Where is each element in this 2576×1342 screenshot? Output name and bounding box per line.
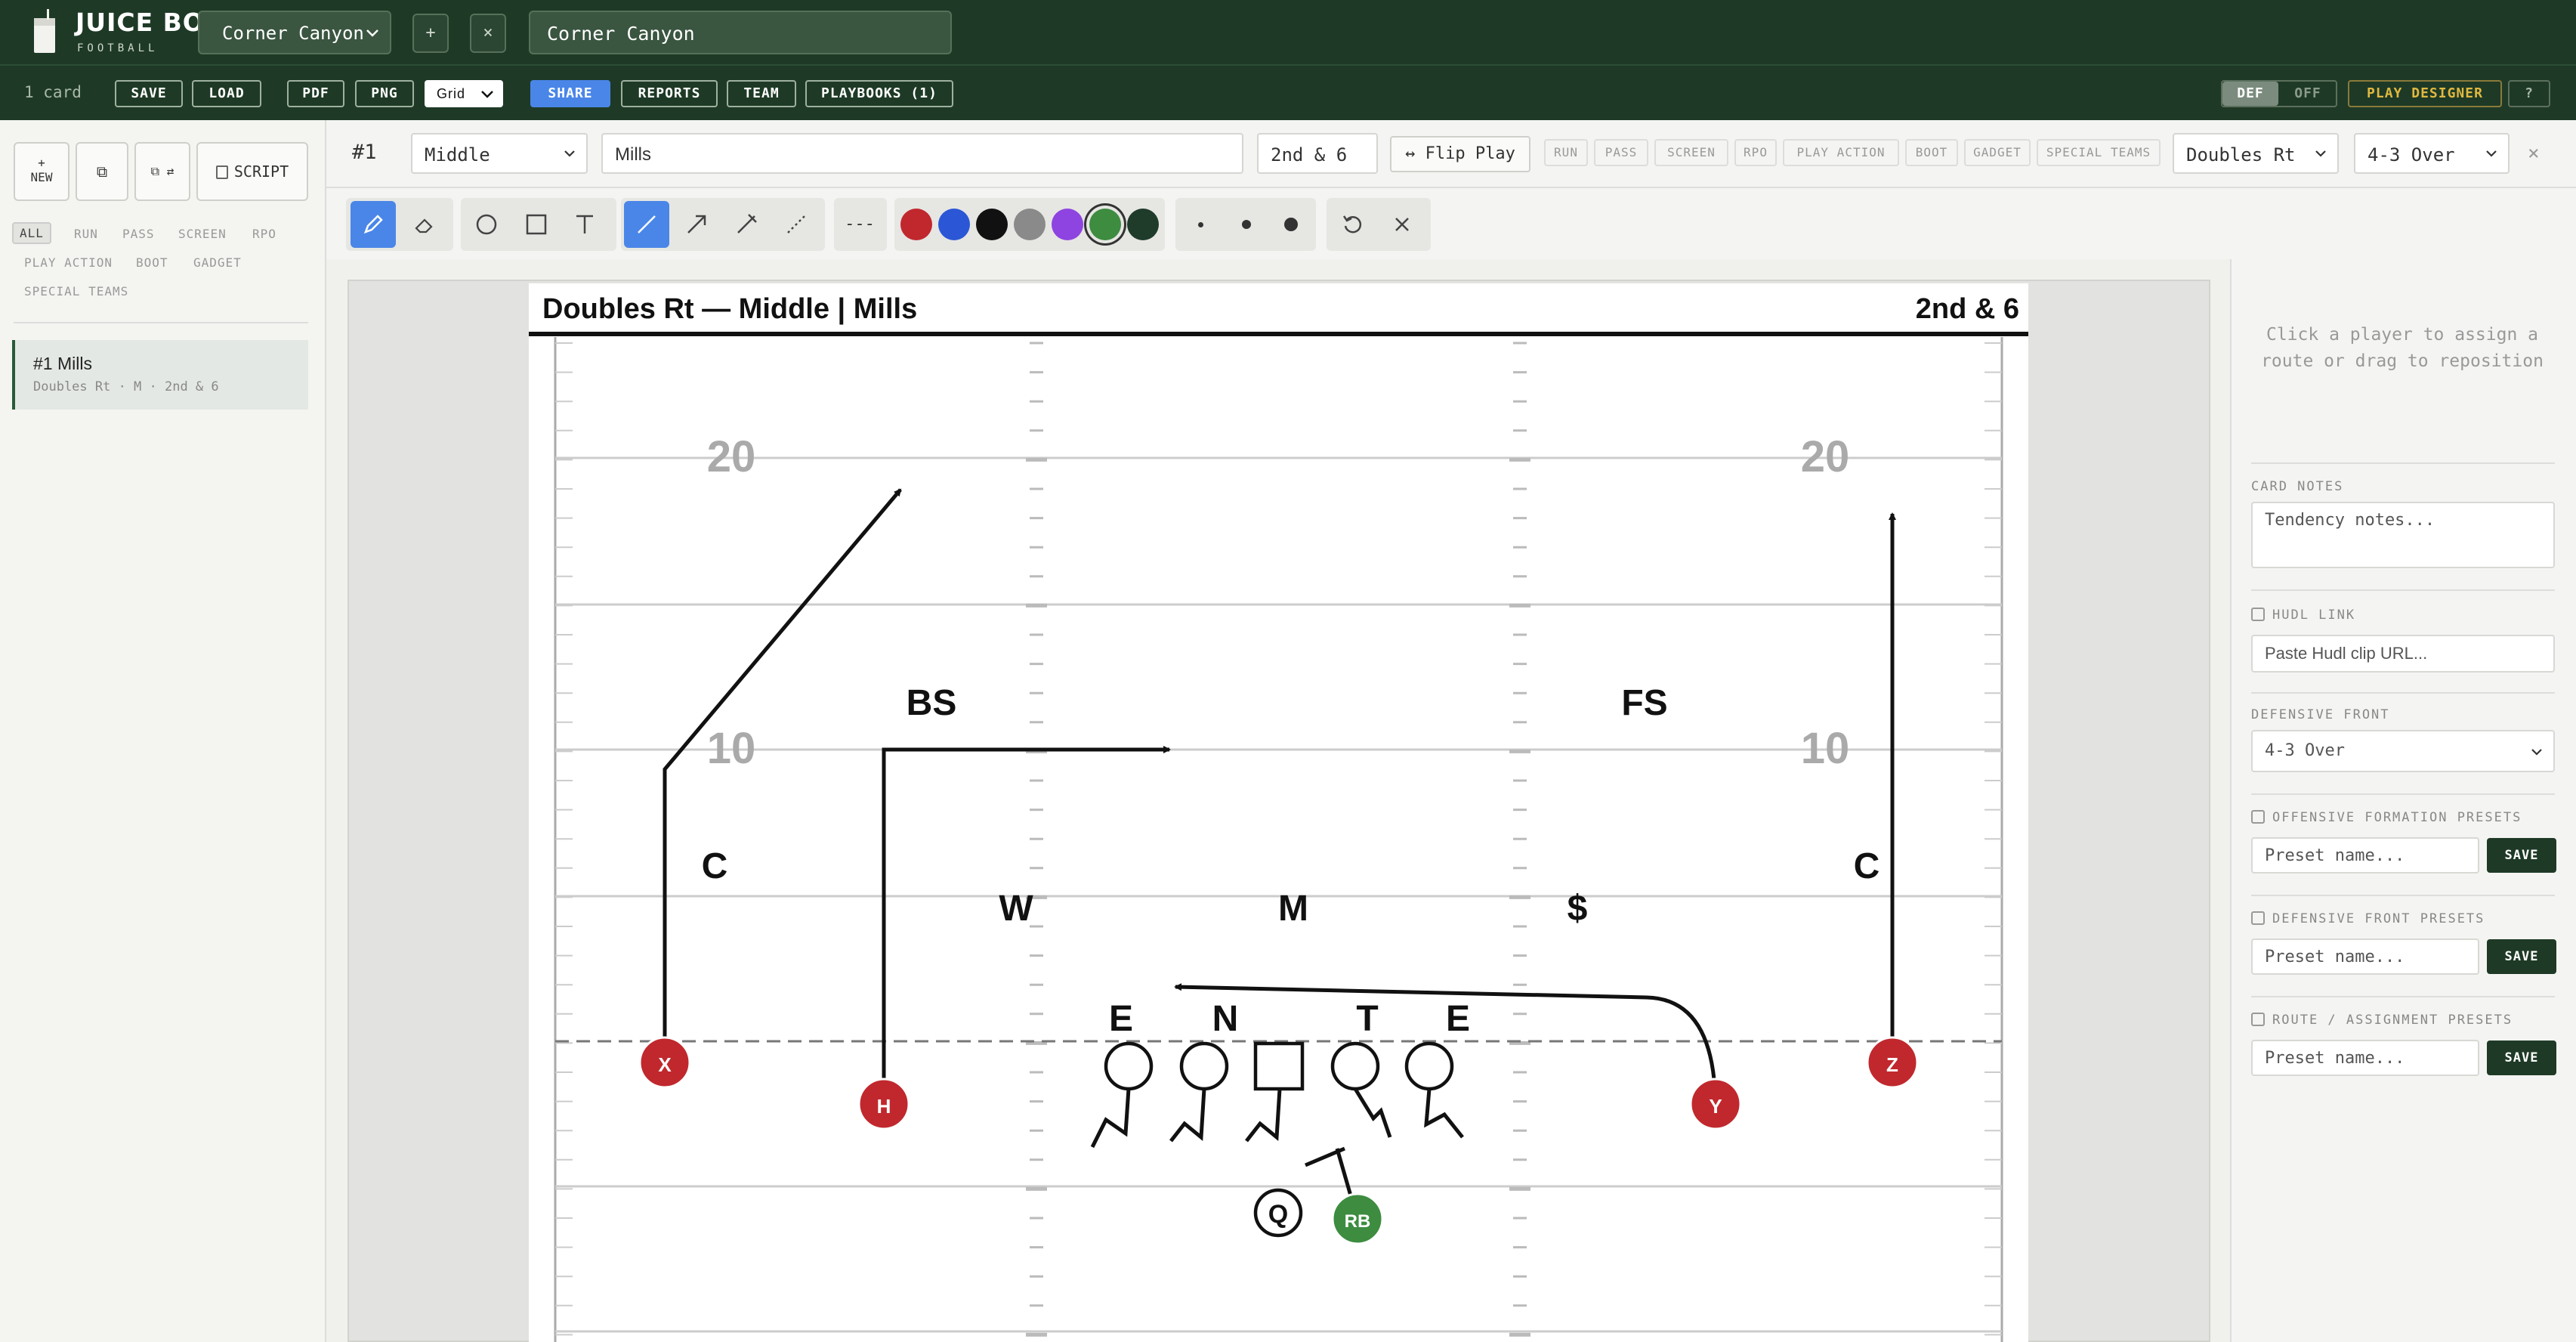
defensive-front-value: 4-3 Over: [2265, 741, 2345, 760]
panel-divider: [2251, 895, 2555, 896]
defensive-presets-label-text: DEFENSIVE FRONT PRESETS: [2272, 911, 2485, 926]
defender-money[interactable]: $: [1568, 889, 1588, 929]
save-icon: [2251, 810, 2265, 824]
defender-c-right[interactable]: C: [1854, 846, 1880, 886]
ol-block-mark: [1245, 1088, 1282, 1143]
defender-fs[interactable]: FS: [1621, 683, 1667, 723]
hudl-link-label-text: HUDL LINK: [2272, 608, 2356, 623]
defensive-front-label: DEFENSIVE FRONT: [2251, 707, 2390, 722]
save-route-preset-button[interactable]: SAVE: [2487, 1041, 2556, 1075]
offensive-lineman[interactable]: [1404, 1041, 1454, 1091]
hudl-link-input[interactable]: Paste Hudl clip URL...: [2251, 635, 2555, 673]
card-notes-label: CARD NOTES: [2251, 479, 2344, 494]
save-icon: [2251, 1013, 2265, 1026]
route-presets-label-text: ROUTE / ASSIGNMENT PRESETS: [2272, 1013, 2513, 1028]
yard-label: 10: [1801, 724, 1850, 773]
defender-e-left[interactable]: E: [1109, 999, 1133, 1039]
defensive-presets-label: DEFENSIVE FRONT PRESETS: [2251, 911, 2485, 926]
panel-divider: [2251, 692, 2555, 694]
card-notes-input[interactable]: Tendency notes...: [2251, 502, 2555, 568]
hudl-link-label: HUDL LINK: [2251, 608, 2355, 623]
offensive-presets-label-text: OFFENSIVE FORMATION PRESETS: [2272, 810, 2522, 825]
route-preset-name-input[interactable]: Preset name...: [2251, 1040, 2479, 1076]
receiver-y-label: Y: [1709, 1095, 1722, 1118]
running-back-label: RB: [1345, 1211, 1371, 1232]
receiver-z-label: Z: [1886, 1053, 1898, 1076]
chevron-down-icon: [2531, 749, 2542, 756]
defensive-front-select[interactable]: 4-3 Over: [2251, 730, 2555, 772]
ol-block-mark: [1090, 1088, 1131, 1149]
defender-e-right[interactable]: E: [1446, 999, 1470, 1039]
center[interactable]: [1253, 1041, 1305, 1091]
yard-label: 10: [707, 724, 756, 773]
route-presets-label: ROUTE / ASSIGNMENT PRESETS: [2251, 1013, 2513, 1028]
defender-w[interactable]: W: [999, 889, 1033, 929]
video-icon: [2251, 608, 2265, 621]
offensive-presets-label: OFFENSIVE FORMATION PRESETS: [2251, 810, 2522, 825]
offensive-lineman[interactable]: [1104, 1041, 1154, 1091]
defender-n[interactable]: N: [1212, 999, 1239, 1039]
save-icon: [2251, 911, 2265, 925]
yard-label: 20: [707, 432, 756, 481]
right-panel: [2230, 259, 2576, 1342]
offensive-lineman[interactable]: [1179, 1041, 1229, 1091]
ol-block-mark: [1169, 1088, 1206, 1143]
save-offensive-preset-button[interactable]: SAVE: [2487, 838, 2556, 873]
defender-bs[interactable]: BS: [907, 683, 957, 723]
panel-divider: [2251, 462, 2555, 464]
quarterback-label: Q: [1268, 1200, 1288, 1229]
panel-divider: [2251, 793, 2555, 795]
save-defensive-preset-button[interactable]: SAVE: [2487, 939, 2556, 974]
play-field[interactable]: 20 20 10 10 BS FS C C W M $ E N T E Q X …: [0, 0, 2576, 1342]
panel-divider: [2251, 589, 2555, 591]
ol-block-mark: [1353, 1087, 1392, 1138]
offensive-preset-name-input[interactable]: Preset name...: [2251, 837, 2479, 874]
defender-t[interactable]: T: [1356, 999, 1378, 1039]
panel-divider: [2251, 996, 2555, 997]
receiver-x-label: X: [658, 1053, 672, 1076]
receiver-h-label: H: [877, 1095, 891, 1118]
route-x[interactable]: [663, 488, 902, 1062]
yard-label: 20: [1801, 432, 1850, 481]
defender-m[interactable]: M: [1278, 889, 1308, 929]
player-hint: Click a player to assign a route or drag…: [2261, 325, 2544, 371]
offensive-lineman[interactable]: [1330, 1041, 1380, 1091]
defensive-preset-name-input[interactable]: Preset name...: [2251, 938, 2479, 975]
ol-block-mark: [1424, 1088, 1464, 1139]
defender-c-left[interactable]: C: [702, 846, 728, 886]
